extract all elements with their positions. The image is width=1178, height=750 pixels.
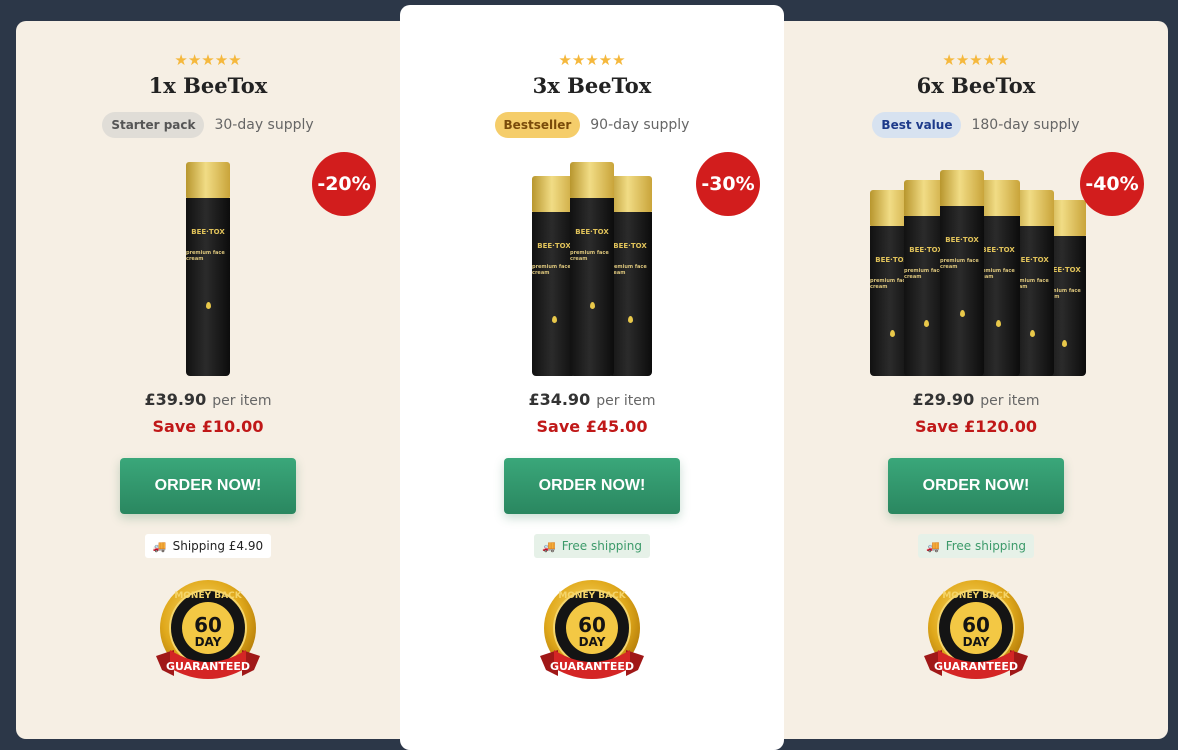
price-per: per item bbox=[980, 393, 1040, 409]
truck-icon: 🚚 bbox=[542, 539, 556, 553]
rating-stars: ★★★★★ bbox=[174, 51, 242, 69]
discount-badge: -30% bbox=[696, 152, 760, 216]
bottle-sub-label: premium face cream bbox=[186, 250, 225, 262]
shipping-info: 🚚 Free shipping bbox=[534, 534, 650, 558]
shipping-text: Free shipping bbox=[945, 539, 1026, 553]
seal-top-text: MONEY BACK bbox=[558, 591, 626, 601]
discount-badge: -20% bbox=[312, 152, 376, 216]
seal-unit: DAY bbox=[579, 635, 606, 649]
bottle-sub-label: premium face cream bbox=[570, 250, 609, 262]
money-back-seal: MONEY BACK 60 DAY GUARANTEED bbox=[536, 578, 648, 686]
bottle-brand-label: BEE·TOX bbox=[1015, 256, 1049, 264]
offer-pill: Best value bbox=[872, 112, 962, 138]
seal-top-text: MONEY BACK bbox=[942, 591, 1010, 601]
supply-text: 90-day supply bbox=[590, 117, 690, 133]
rating-stars: ★★★★★ bbox=[942, 51, 1010, 69]
savings-text: Save £45.00 bbox=[536, 417, 648, 436]
offer-title: 6x BeeTox bbox=[916, 73, 1036, 98]
offer-pill: Bestseller bbox=[494, 112, 581, 138]
seal-unit: DAY bbox=[963, 635, 990, 649]
money-back-seal: MONEY BACK 60 DAY GUARANTEED bbox=[152, 578, 264, 686]
product-bottle: BEE·TOX premium face cream bbox=[570, 162, 614, 376]
bottle-brand-label: BEE·TOX bbox=[575, 228, 609, 236]
supply-text: 30-day supply bbox=[214, 117, 314, 133]
product-image: BEE·TOX premium face cream BEE·TOX premium … bbox=[400, 144, 784, 384]
offer-card-3x: ★★★★★ 3x BeeTox Bestseller 90-day supply… bbox=[400, 5, 784, 750]
seal-number: 60 bbox=[578, 613, 606, 637]
price-row: £39.90 per item bbox=[144, 390, 271, 409]
rating-stars: ★★★★★ bbox=[558, 51, 626, 69]
product-bottle: BEE·TOX premium face cream bbox=[608, 176, 652, 376]
bottle-brand-label: BEE·TOX bbox=[945, 236, 979, 244]
offer-title: 1x BeeTox bbox=[148, 73, 268, 98]
product-image: BEE·TOX premium face cream -20% bbox=[16, 144, 400, 384]
seal-ribbon-text: GUARANTEED bbox=[550, 660, 634, 673]
money-back-seal: MONEY BACK 60 DAY GUARANTEED bbox=[920, 578, 1032, 686]
seal-top-text: MONEY BACK bbox=[174, 591, 242, 601]
price-per: per item bbox=[596, 393, 656, 409]
seal-ribbon-text: GUARANTEED bbox=[166, 660, 250, 673]
price-amount: £29.90 bbox=[912, 390, 975, 409]
order-now-button[interactable]: ORDER NOW! bbox=[504, 458, 680, 514]
price-row: £34.90 per item bbox=[528, 390, 655, 409]
savings-text: Save £120.00 bbox=[914, 417, 1038, 436]
price-amount: £39.90 bbox=[144, 390, 207, 409]
bottle-brand-label: BEE·TOX bbox=[191, 228, 225, 236]
discount-badge: -40% bbox=[1080, 152, 1144, 216]
bottle-sub-label: premium face cream bbox=[608, 264, 647, 276]
offer-tags: Starter pack 30-day supply bbox=[102, 112, 314, 138]
offer-title: 3x BeeTox bbox=[532, 73, 652, 98]
savings-text: Save £10.00 bbox=[152, 417, 264, 436]
seal-unit: DAY bbox=[195, 635, 222, 649]
truck-icon: 🚚 bbox=[926, 539, 940, 553]
bottle-brand-label: BEE·TOX bbox=[981, 246, 1015, 254]
seal-number: 60 bbox=[962, 613, 990, 637]
shipping-info: 🚚 Shipping £4.90 bbox=[144, 534, 272, 558]
supply-text: 180-day supply bbox=[971, 117, 1080, 133]
price-row: £29.90 per item bbox=[912, 390, 1039, 409]
bottle-brand-label: BEE·TOX bbox=[909, 246, 943, 254]
product-bottle: BEE·TOX premium face cream bbox=[940, 170, 984, 376]
product-image: BEE·TOX premium face cream BEE·TOX premium … bbox=[784, 144, 1168, 384]
bottle-brand-label: BEE·TOX bbox=[537, 242, 571, 250]
price-amount: £34.90 bbox=[528, 390, 591, 409]
order-now-button[interactable]: ORDER NOW! bbox=[120, 458, 296, 514]
shipping-info: 🚚 Free shipping bbox=[918, 534, 1034, 558]
order-now-button[interactable]: ORDER NOW! bbox=[888, 458, 1064, 514]
bottle-sub-label: premium face cream bbox=[940, 258, 979, 270]
offer-card-6x: ★★★★★ 6x BeeTox Best value 180-day suppl… bbox=[784, 21, 1168, 739]
offer-pill: Starter pack bbox=[102, 112, 205, 138]
price-per: per item bbox=[212, 393, 272, 409]
seal-number: 60 bbox=[194, 613, 222, 637]
seal-ribbon-text: GUARANTEED bbox=[934, 660, 1018, 673]
shipping-text: Free shipping bbox=[561, 539, 642, 553]
shipping-text: Shipping £4.90 bbox=[172, 539, 264, 553]
bottle-brand-label: BEE·TOX bbox=[613, 242, 647, 250]
offer-tags: Best value 180-day supply bbox=[872, 112, 1080, 138]
truck-icon: 🚚 bbox=[152, 539, 167, 553]
offer-card-1x: ★★★★★ 1x BeeTox Starter pack 30-day supp… bbox=[16, 21, 400, 739]
offer-tags: Bestseller 90-day supply bbox=[494, 112, 690, 138]
product-bottle: BEE·TOX premium face cream bbox=[186, 162, 230, 376]
